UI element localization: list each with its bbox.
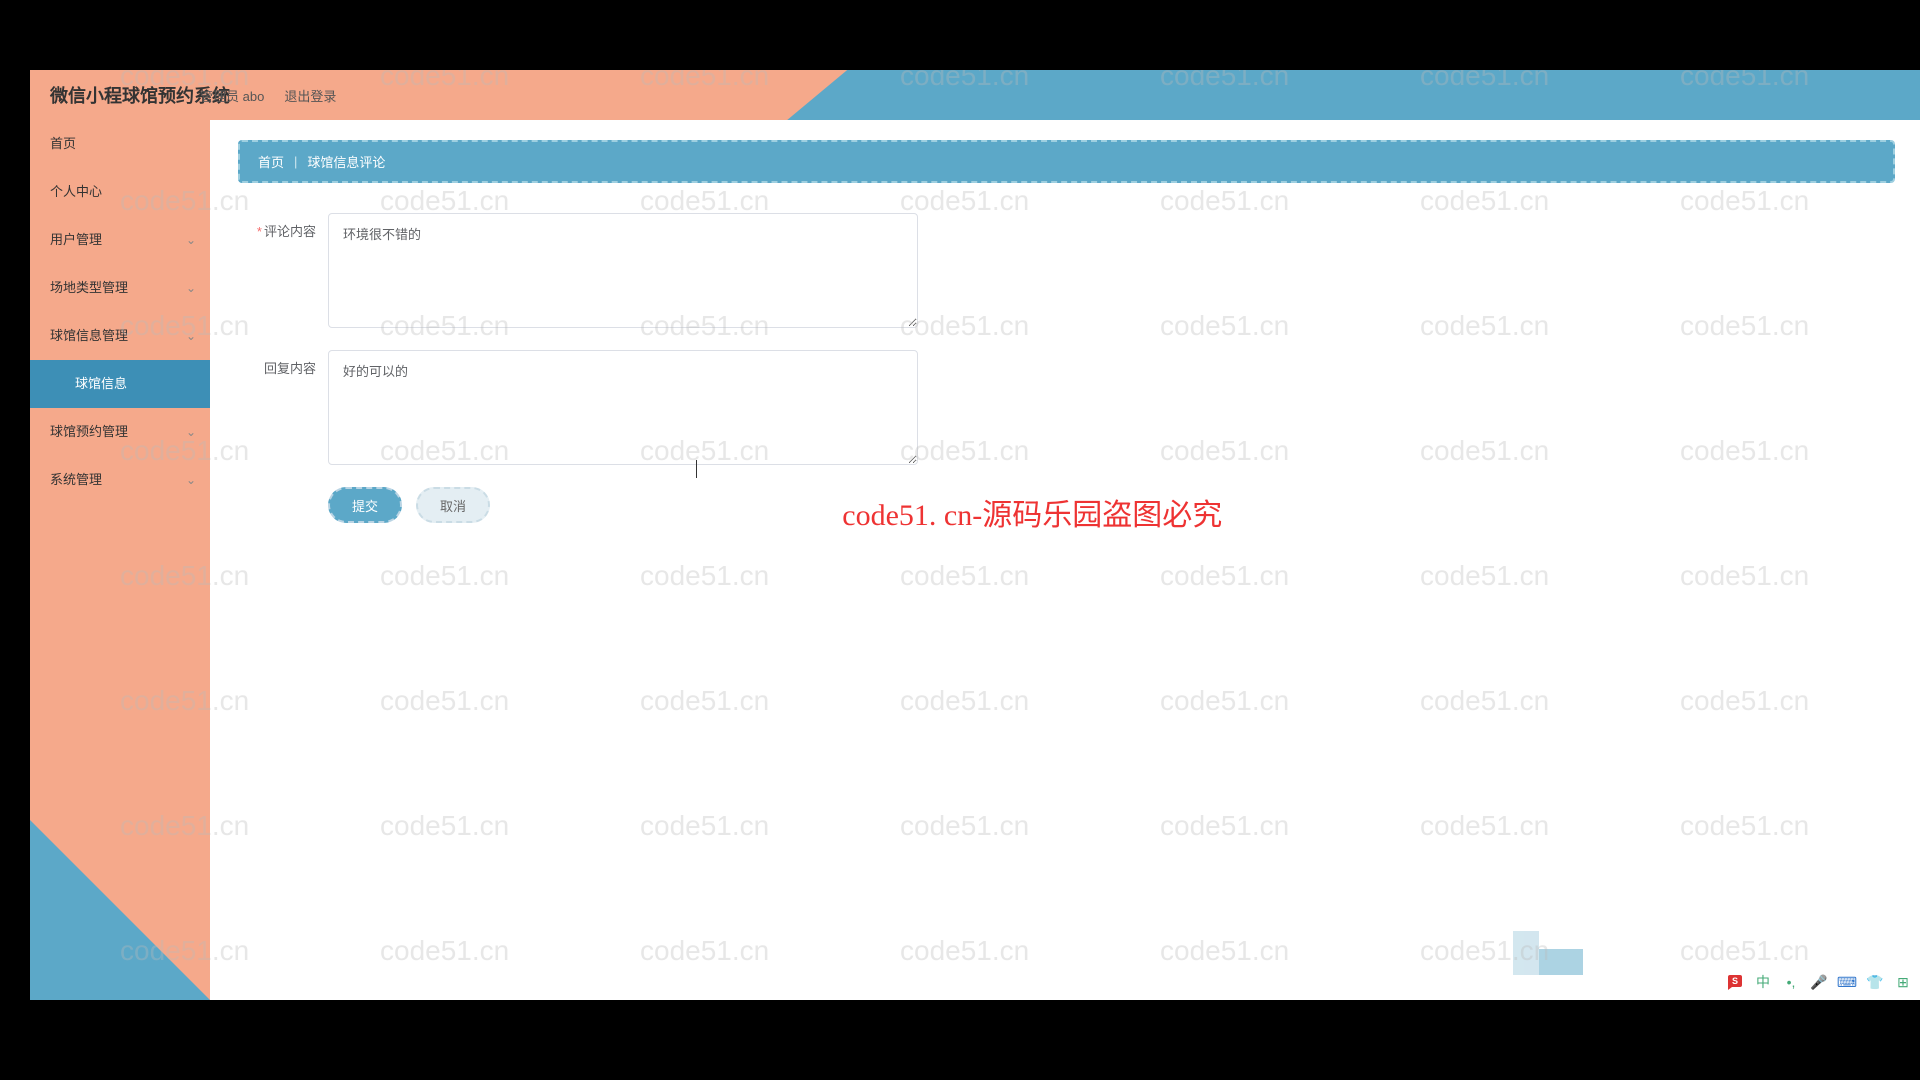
main-content: 首页 | 球馆信息评论 *评论内容 回复内容 提交 取消 code51. cn (210, 120, 1920, 1000)
sidebar-item-6[interactable]: 球馆预约管理 (30, 408, 210, 456)
ime-punct-icon[interactable]: •, (1781, 972, 1801, 992)
center-watermark-text: code51. cn-源码乐园盗图必究 (842, 490, 1222, 534)
sidebar-item-3[interactable]: 场地类型管理 (30, 264, 210, 312)
sidebar-corner-decoration (30, 820, 210, 1000)
logout-link[interactable]: 退出登录 (284, 86, 336, 105)
breadcrumb: 首页 | 球馆信息评论 (238, 140, 1895, 183)
ime-toolbar: S 中 •, 🎤 ⌨ 👕 ⊞ (1725, 972, 1913, 992)
sidebar-item-4[interactable]: 球馆信息管理 (30, 312, 210, 360)
admin-label[interactable]: 管理员 abo (200, 86, 264, 105)
reply-textarea[interactable] (328, 350, 918, 465)
ime-toolbox-icon[interactable]: ⊞ (1893, 972, 1913, 992)
form: *评论内容 回复内容 提交 取消 (238, 213, 1895, 523)
sidebar-item-5[interactable]: 球馆信息 (30, 360, 210, 408)
reply-label: 回复内容 (238, 350, 328, 377)
comment-label: *评论内容 (238, 213, 328, 240)
sogou-ime-icon[interactable]: S (1725, 972, 1745, 992)
ime-lang-icon[interactable]: 中 (1753, 972, 1773, 992)
sidebar-item-2[interactable]: 用户管理 (30, 216, 210, 264)
body: 首页个人中心用户管理场地类型管理球馆信息管理球馆信息球馆预约管理系统管理 首页 … (30, 120, 1920, 1000)
cancel-button[interactable]: 取消 (416, 487, 490, 523)
breadcrumb-current: 球馆信息评论 (307, 152, 385, 171)
app-window: code51.cncode51.cncode51.cncode51.cncode… (30, 70, 1920, 1000)
breadcrumb-separator: | (294, 154, 297, 169)
sidebar-item-7[interactable]: 系统管理 (30, 456, 210, 504)
header-right: 管理员 abo 退出登录 (200, 86, 336, 105)
comment-textarea[interactable] (328, 213, 918, 328)
form-row-reply: 回复内容 (238, 350, 1895, 465)
submit-button[interactable]: 提交 (328, 487, 402, 523)
ime-keyboard-icon[interactable]: ⌨ (1837, 972, 1857, 992)
header-blue-background (882, 70, 1920, 120)
bottom-right-logo (1513, 925, 1583, 975)
ime-mic-icon[interactable]: 🎤 (1809, 972, 1829, 992)
svg-text:S: S (1732, 976, 1738, 986)
sidebar-item-0[interactable]: 首页 (30, 120, 210, 168)
form-row-comment: *评论内容 (238, 213, 1895, 328)
ime-skin-icon[interactable]: 👕 (1865, 972, 1885, 992)
breadcrumb-home[interactable]: 首页 (258, 152, 284, 171)
sidebar: 首页个人中心用户管理场地类型管理球馆信息管理球馆信息球馆预约管理系统管理 (30, 120, 210, 1000)
header: 微信小程球馆预约系统 管理员 abo 退出登录 (30, 70, 1920, 120)
text-cursor (696, 460, 697, 478)
sidebar-item-1[interactable]: 个人中心 (30, 168, 210, 216)
